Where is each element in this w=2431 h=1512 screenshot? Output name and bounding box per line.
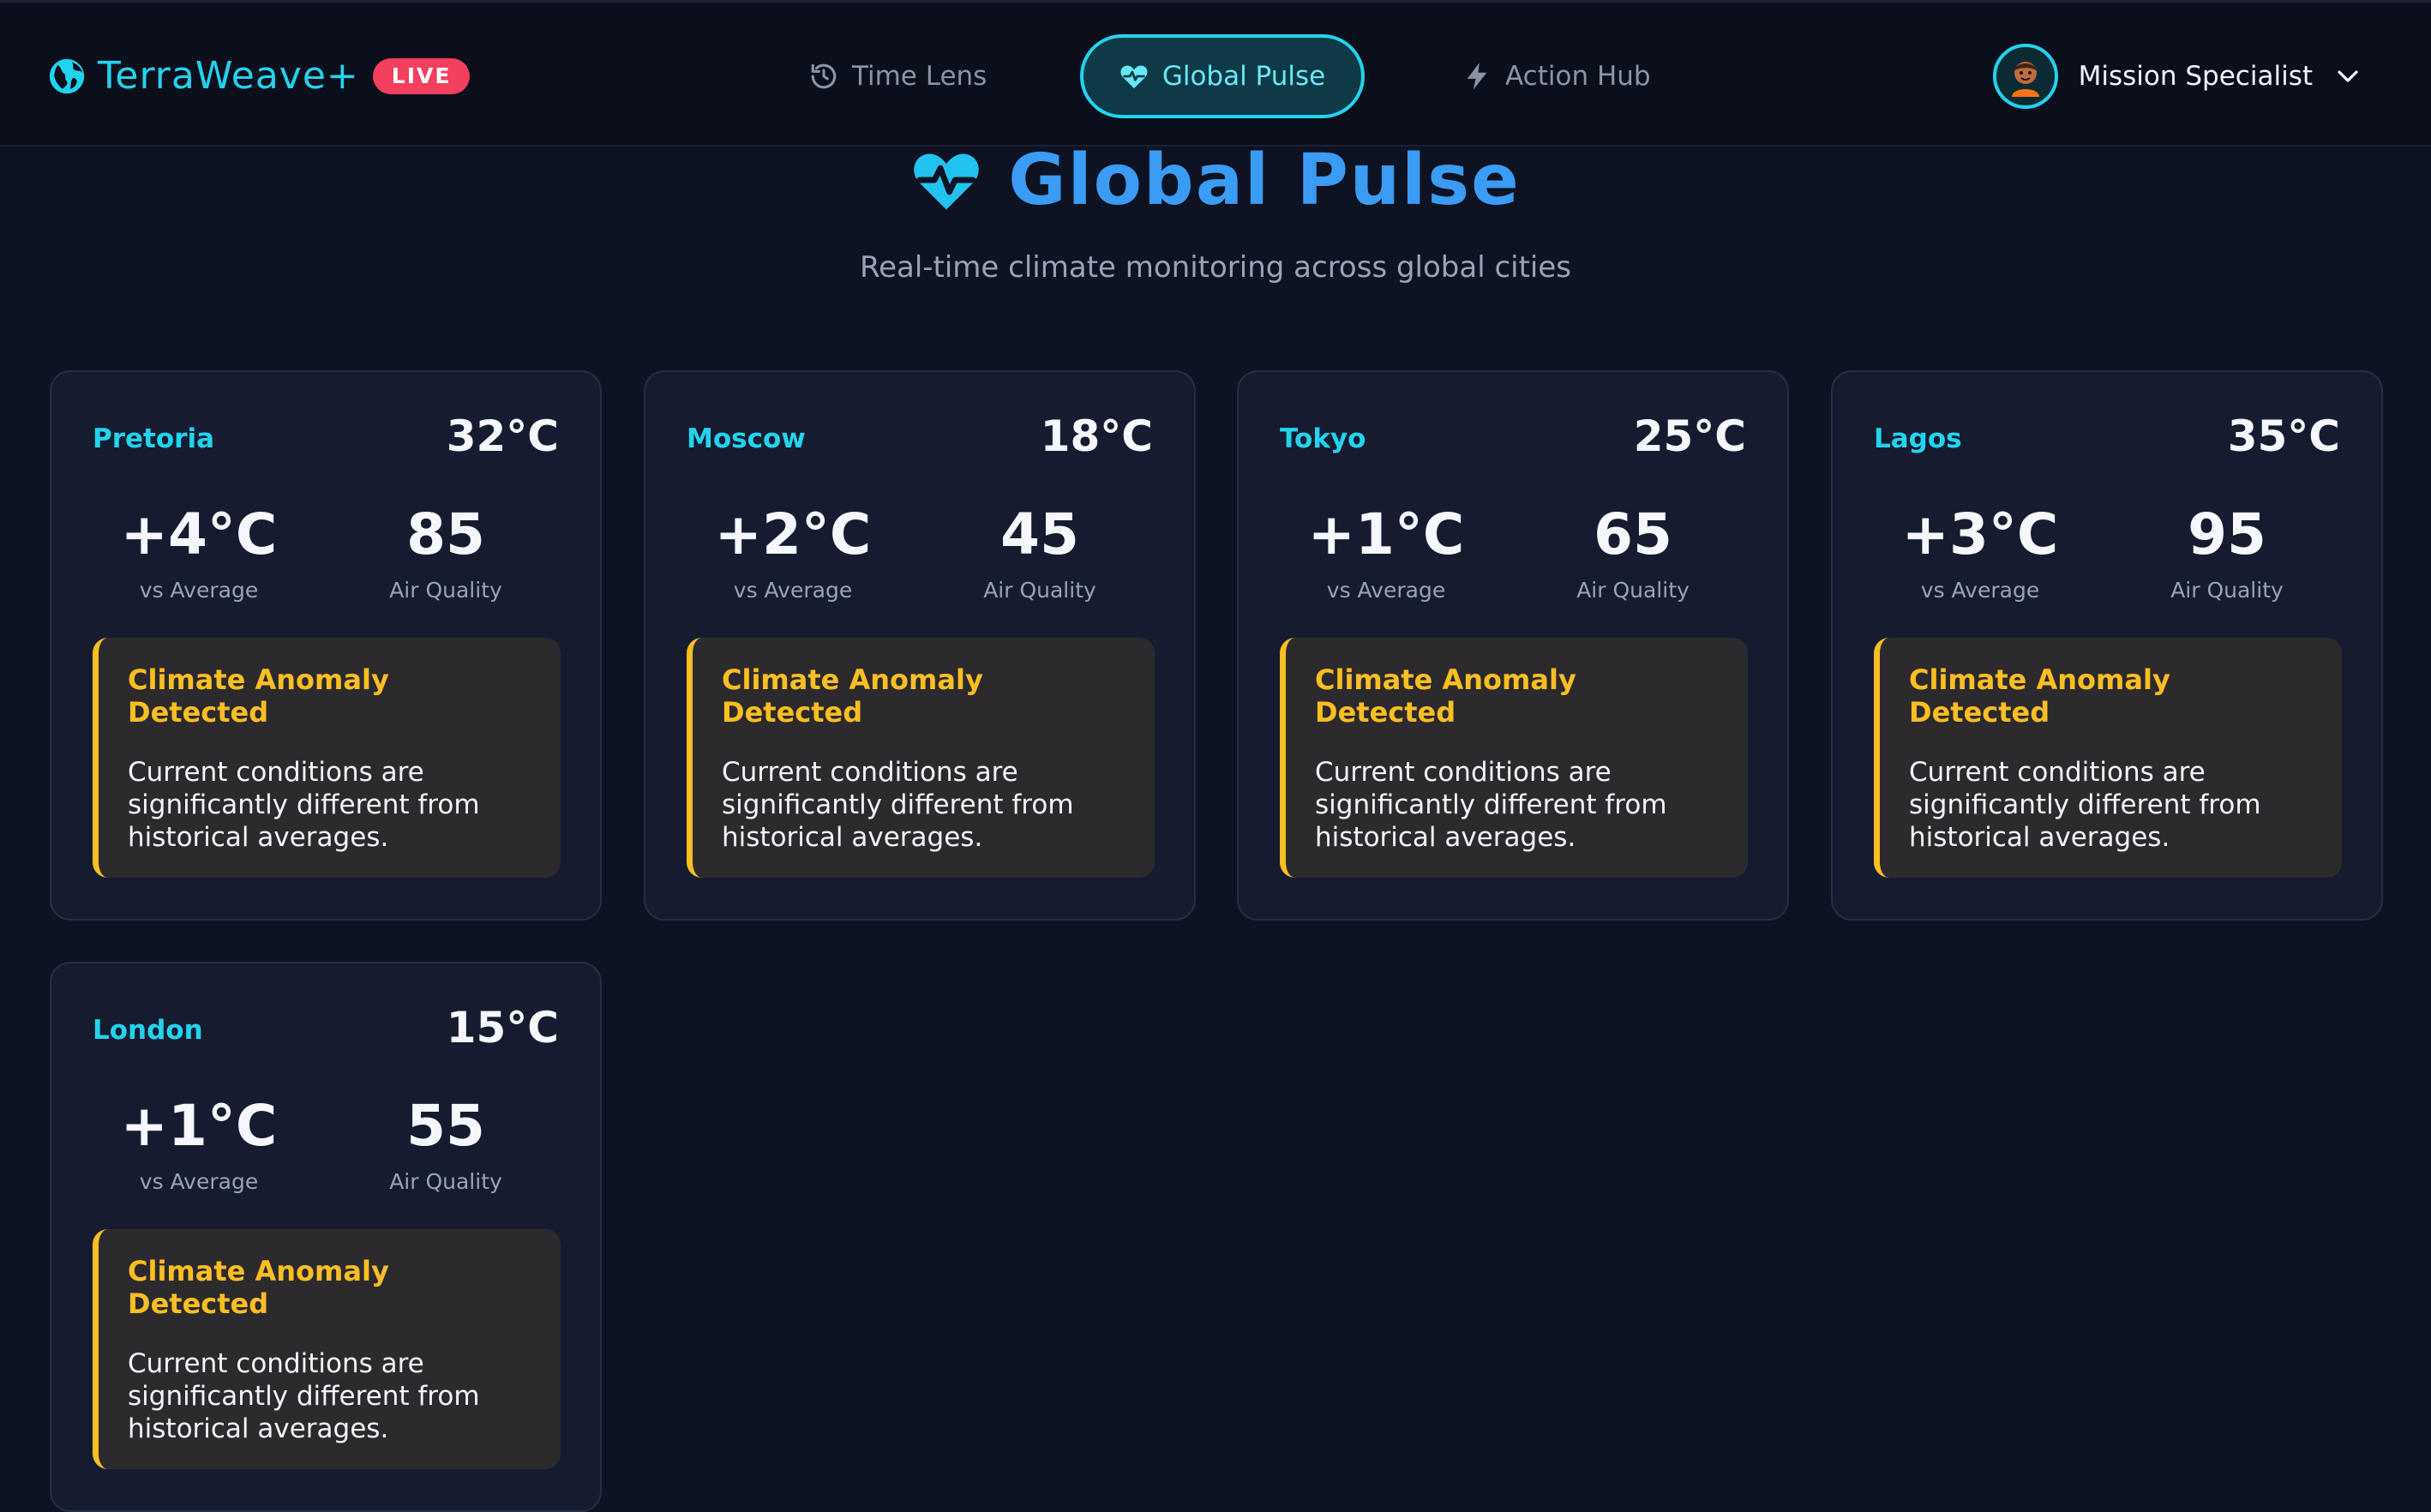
nav-time-lens[interactable]: Time Lens [809,34,987,118]
temp-delta-value: +1°C [1307,501,1465,567]
brand-name: TerraWeave+ [98,54,359,98]
page-title-text: Global Pulse [1008,139,1521,221]
temp-delta-metric: +1°C vs Average [87,1092,310,1194]
temp-delta-value: +3°C [1901,501,2059,567]
city-name: Pretoria [93,423,214,454]
air-quality-label: Air Quality [983,578,1096,603]
air-quality-label: Air Quality [389,1169,502,1194]
temp-delta-value: +4°C [120,501,278,567]
alert-title: Climate Anomaly Detected [1315,663,1576,729]
air-quality-metric: 55 Air Quality [334,1092,557,1194]
air-quality-value: 85 [406,501,485,567]
current-temperature: 18°C [1040,411,1153,461]
air-quality-metric: 95 Air Quality [2116,501,2338,603]
alert-title: Climate Anomaly Detected [722,663,983,729]
alert-body: Current conditions are significantly dif… [128,1348,480,1444]
temp-delta-metric: +3°C vs Average [1869,501,2092,603]
air-quality-label: Air Quality [389,578,502,603]
alert-body: Current conditions are significantly dif… [722,757,1074,853]
chevron-down-icon [2338,70,2358,82]
alert-body: Current conditions are significantly dif… [1315,757,1667,853]
lightning-icon [1467,63,1487,90]
temp-delta-label: vs Average [139,578,259,603]
city-card-lagos: Lagos 35°C +3°C vs Average 95 Air Qualit… [1831,370,2383,921]
anomaly-alert: Climate Anomaly Detected Current conditi… [687,638,1155,878]
alert-body: Current conditions are significantly dif… [128,757,480,853]
history-icon [811,63,837,89]
brand[interactable]: TerraWeave+ LIVE [48,52,471,100]
temp-delta-label: vs Average [1326,578,1446,603]
temp-delta-value: +2°C [714,501,872,567]
anomaly-alert: Climate Anomaly Detected Current conditi… [1280,638,1748,878]
nav-action-hub-label: Action Hub [1505,61,1651,92]
anomaly-alert: Climate Anomaly Detected Current conditi… [93,1229,561,1469]
city-card-moscow: Moscow 18°C +2°C vs Average 45 Air Quali… [644,370,1196,921]
temp-delta-metric: +2°C vs Average [681,501,904,603]
air-quality-metric: 85 Air Quality [334,501,557,603]
city-name: Tokyo [1280,423,1366,454]
nav-global-pulse[interactable]: Global Pulse [1080,34,1365,118]
air-quality-metric: 45 Air Quality [928,501,1151,603]
city-name: Moscow [687,423,806,454]
user-avatar-icon [2011,62,2039,97]
alert-title: Climate Anomaly Detected [128,663,389,729]
temp-delta-metric: +4°C vs Average [87,501,310,603]
anomaly-alert: Climate Anomaly Detected Current conditi… [93,638,561,878]
city-card-pretoria: Pretoria 32°C +4°C vs Average 85 Air Qua… [50,370,602,921]
temp-delta-label: vs Average [1920,578,2040,603]
page-subtitle: Real-time climate monitoring across glob… [859,250,1572,285]
nav-time-lens-label: Time Lens [852,61,987,92]
live-badge: LIVE [372,58,471,94]
globe-icon [49,58,85,94]
heart-pulse-icon [914,153,980,210]
temp-delta-value: +1°C [120,1093,278,1159]
nav-action-hub[interactable]: Action Hub [1462,34,1651,118]
air-quality-label: Air Quality [1576,578,1690,603]
current-temperature: 35°C [2227,411,2340,461]
heart-pulse-icon [1120,65,1148,89]
air-quality-value: 95 [2188,501,2266,567]
city-card-london: London 15°C +1°C vs Average 55 Air Quali… [50,962,602,1512]
alert-title: Climate Anomaly Detected [128,1255,389,1320]
city-name: London [93,1015,203,1046]
temp-delta-label: vs Average [733,578,853,603]
temp-delta-metric: +1°C vs Average [1275,501,1498,603]
avatar [1992,44,2058,109]
temp-delta-label: vs Average [139,1169,259,1194]
air-quality-label: Air Quality [2170,578,2284,603]
anomaly-alert: Climate Anomaly Detected Current conditi… [1874,638,2342,878]
air-quality-value: 55 [406,1093,485,1159]
top-nav-bar: TerraWeave+ LIVE Time Lens Global Pulse … [0,0,2431,147]
user-menu[interactable]: Mission Specialist [1992,44,2361,109]
air-quality-value: 65 [1594,501,1672,567]
city-name: Lagos [1874,423,1962,454]
current-temperature: 15°C [446,1003,559,1053]
alert-body: Current conditions are significantly dif… [1909,757,2261,853]
current-temperature: 32°C [446,411,559,461]
air-quality-metric: 65 Air Quality [1522,501,1744,603]
nav-global-pulse-label: Global Pulse [1161,61,1326,92]
alert-title: Climate Anomaly Detected [1909,663,2170,729]
page-title: Global Pulse [0,137,2431,223]
current-temperature: 25°C [1633,411,1746,461]
city-card-tokyo: Tokyo 25°C +1°C vs Average 65 Air Qualit… [1237,370,1789,921]
user-name: Mission Specialist [2078,61,2313,92]
air-quality-value: 45 [1000,501,1079,567]
